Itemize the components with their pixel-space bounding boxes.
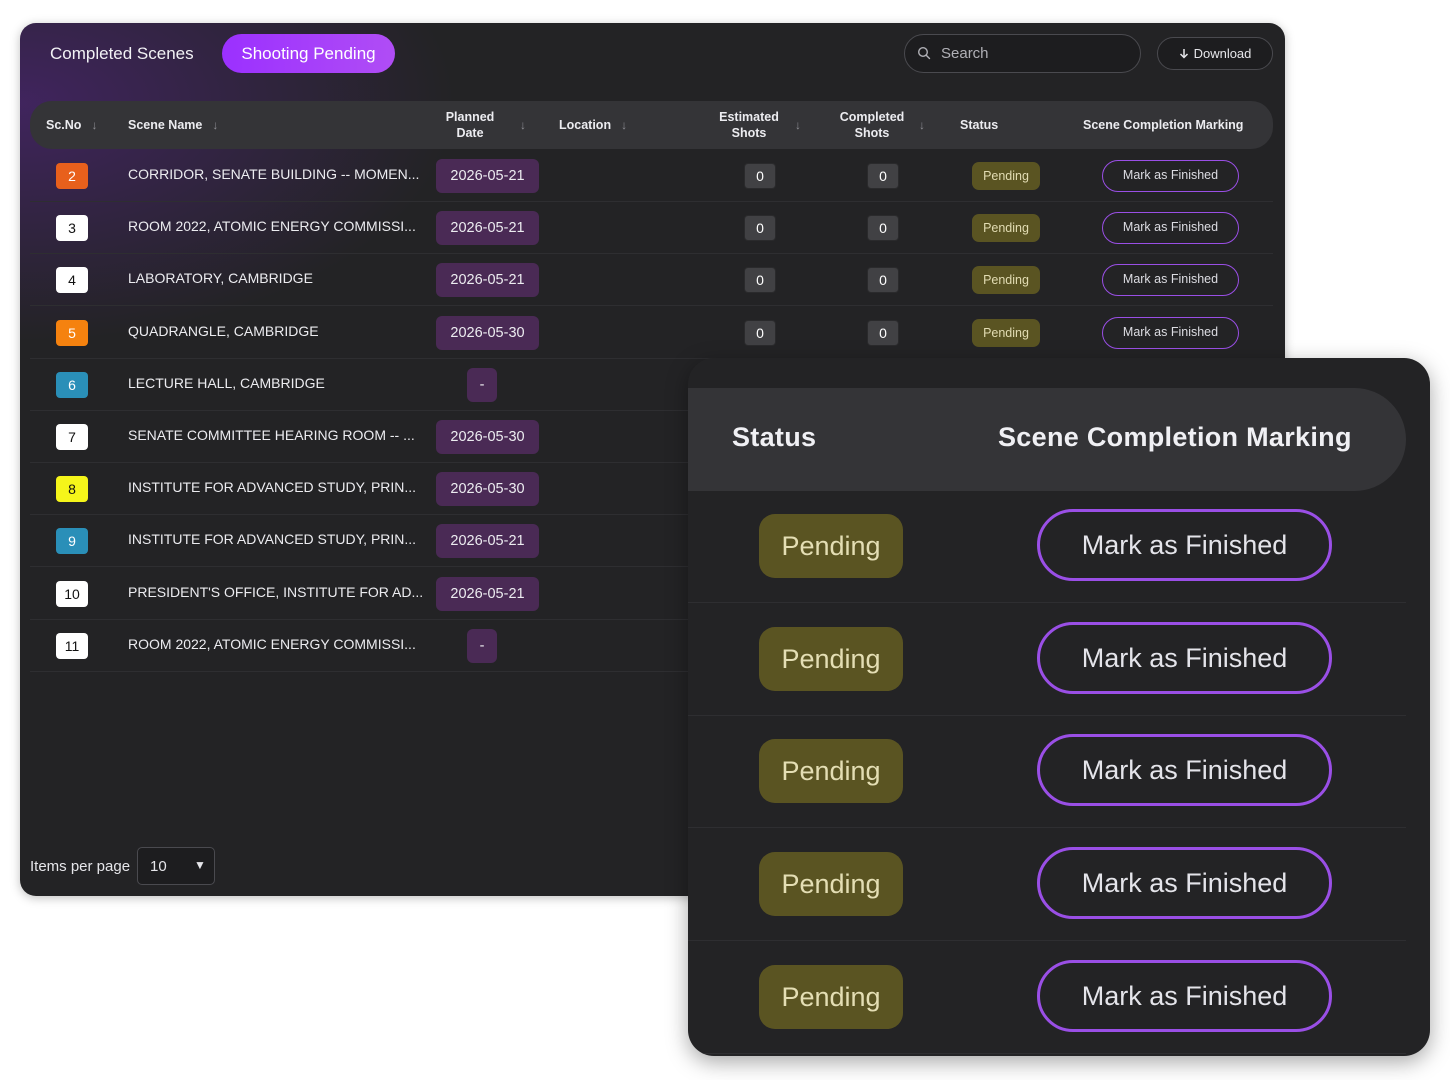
planned-date[interactable]: - xyxy=(467,628,497,663)
search-box[interactable] xyxy=(904,34,1141,73)
zoomed-status-badge: Pending xyxy=(759,626,903,691)
mark-as-finished-button[interactable]: Mark as Finished xyxy=(1102,316,1239,349)
table-row[interactable]: 2 CORRIDOR, SENATE BUILDING -- MOMEN... 20… xyxy=(30,150,1273,202)
planned-date[interactable]: 2026-05-30 xyxy=(436,315,539,350)
scene-name: LABORATORY, CAMBRIDGE xyxy=(128,270,313,287)
scene-number-badge: 4 xyxy=(56,267,88,294)
sort-arrow-icon[interactable]: ↓ xyxy=(520,118,526,132)
zoomed-table-row: Pending Mark as Finished xyxy=(688,603,1406,716)
column-header-planned-date[interactable]: Planned Date ↓ xyxy=(442,101,526,149)
table-row[interactable]: 4 LABORATORY, CAMBRIDGE 2026-05-21 0 0 Pendin… xyxy=(30,254,1273,307)
scene-name: PRESIDENT'S OFFICE, INSTITUTE FOR AD... xyxy=(128,583,424,600)
caret-down-icon: ▼ xyxy=(194,858,206,872)
sort-arrow-icon[interactable]: ↓ xyxy=(212,118,218,132)
status-badge: Pending xyxy=(972,266,1040,295)
column-header-scene-name[interactable]: Scene Name ↓ xyxy=(128,101,218,149)
zoomed-mark-as-finished-button[interactable]: Mark as Finished xyxy=(1037,509,1332,581)
table-row[interactable]: 5 QUADRANGLE, CAMBRIDGE 2026-05-30 0 0 Pendin… xyxy=(30,307,1273,359)
sort-arrow-icon[interactable]: ↓ xyxy=(919,118,925,132)
zoomed-status-badge: Pending xyxy=(759,852,903,917)
zoomed-table-header: Status Scene Completion Marking xyxy=(688,388,1406,491)
scene-number-badge: 8 xyxy=(56,476,88,503)
scene-name: ROOM 2022, ATOMIC ENERGY COMMISSI... xyxy=(128,635,416,652)
completed-shots[interactable]: 0 xyxy=(867,215,899,242)
scene-name: INSTITUTE FOR ADVANCED STUDY, PRIN... xyxy=(128,531,417,548)
zoomed-status-badge: Pending xyxy=(759,964,903,1029)
column-header-completion: Scene Completion Marking xyxy=(1083,118,1244,132)
planned-date[interactable]: 2026-05-21 xyxy=(436,576,539,611)
status-badge: Pending xyxy=(972,318,1040,347)
items-per-page-select[interactable]: 10 ▼ xyxy=(137,847,215,885)
zoomed-mark-as-finished-button[interactable]: Mark as Finished xyxy=(1037,959,1332,1032)
scene-name: QUADRANGLE, CAMBRIDGE xyxy=(128,322,319,339)
zoomed-table-row: Pending Mark as Finished xyxy=(688,828,1406,942)
scene-name: CORRIDOR, SENATE BUILDING -- MOMEN... xyxy=(128,166,420,182)
planned-date[interactable]: 2026-05-21 xyxy=(436,159,539,193)
table-row[interactable]: 3 ROOM 2022, ATOMIC ENERGY COMMISSI... 202… xyxy=(30,202,1273,255)
items-per-page-label: Items per page xyxy=(30,858,131,875)
scene-number-badge: 6 xyxy=(56,371,88,398)
completed-shots[interactable]: 0 xyxy=(867,319,899,346)
search-icon xyxy=(917,46,931,60)
items-per-page-value: 10 xyxy=(150,858,167,875)
column-header-status: Status xyxy=(960,118,999,132)
estimated-shots[interactable]: 0 xyxy=(744,319,776,346)
planned-date[interactable]: - xyxy=(467,367,497,402)
scene-name: INSTITUTE FOR ADVANCED STUDY, PRIN... xyxy=(128,479,417,496)
zoomed-header-completion: Scene Completion Marking xyxy=(998,422,1352,452)
scene-name: LECTURE HALL, CAMBRIDGE xyxy=(128,374,325,391)
mark-as-finished-button[interactable]: Mark as Finished xyxy=(1102,160,1239,192)
download-button[interactable]: Download xyxy=(1157,37,1273,70)
table-header: Sc.No ↓ Scene Name ↓ Planned Date ↓ Loca… xyxy=(30,101,1273,149)
column-header-estimated-shots[interactable]: Estimated Shots ↓ xyxy=(713,101,801,149)
scene-number-badge: 5 xyxy=(56,319,88,346)
planned-date[interactable]: 2026-05-30 xyxy=(436,472,539,507)
tab-completed-scenes[interactable]: Completed Scenes xyxy=(32,34,212,73)
planned-date[interactable]: 2026-05-30 xyxy=(436,420,539,454)
scene-number-badge: 2 xyxy=(56,163,88,189)
zoomed-table-row: Pending Mark as Finished xyxy=(688,941,1406,1054)
mark-as-finished-button[interactable]: Mark as Finished xyxy=(1102,264,1239,297)
zoomed-mark-as-finished-button[interactable]: Mark as Finished xyxy=(1037,621,1332,694)
search-input[interactable] xyxy=(941,35,1131,72)
zoomed-status-badge: Pending xyxy=(759,739,903,804)
completed-shots[interactable]: 0 xyxy=(867,163,899,189)
download-arrow-icon xyxy=(1179,49,1188,59)
planned-date[interactable]: 2026-05-21 xyxy=(436,211,539,246)
planned-date[interactable]: 2026-05-21 xyxy=(436,263,539,298)
scene-number-badge: 3 xyxy=(56,215,88,242)
status-badge: Pending xyxy=(972,214,1040,243)
column-header-location[interactable]: Location ↓ xyxy=(559,101,627,149)
scene-number-badge: 7 xyxy=(56,424,88,450)
scene-number-badge: 10 xyxy=(56,580,88,607)
column-header-completed-shots[interactable]: Completed Shots ↓ xyxy=(835,101,925,149)
estimated-shots[interactable]: 0 xyxy=(744,215,776,242)
scene-number-badge: 11 xyxy=(56,632,88,659)
zoomed-mark-as-finished-button[interactable]: Mark as Finished xyxy=(1037,734,1332,807)
zoomed-detail-panel: Status Scene Completion Marking Pending M… xyxy=(688,358,1430,1056)
estimated-shots[interactable]: 0 xyxy=(744,267,776,294)
status-badge: Pending xyxy=(972,162,1040,190)
column-header-scno[interactable]: Sc.No ↓ xyxy=(46,101,97,149)
completed-shots[interactable]: 0 xyxy=(867,267,899,294)
scene-name: SENATE COMMITTEE HEARING ROOM -- ... xyxy=(128,427,415,443)
zoomed-table-row: Pending Mark as Finished xyxy=(688,715,1406,829)
sort-arrow-icon[interactable]: ↓ xyxy=(91,118,97,132)
estimated-shots[interactable]: 0 xyxy=(744,163,776,189)
zoomed-mark-as-finished-button[interactable]: Mark as Finished xyxy=(1037,847,1332,920)
zoomed-status-badge: Pending xyxy=(759,514,903,578)
zoomed-header-status: Status xyxy=(732,422,817,452)
mark-as-finished-button[interactable]: Mark as Finished xyxy=(1102,212,1239,245)
scene-name: ROOM 2022, ATOMIC ENERGY COMMISSI... xyxy=(128,218,416,235)
download-label: Download xyxy=(1193,46,1252,61)
scene-number-badge: 9 xyxy=(56,528,88,555)
tab-shooting-pending[interactable]: Shooting Pending xyxy=(222,34,395,73)
sort-arrow-icon[interactable]: ↓ xyxy=(621,118,627,132)
sort-arrow-icon[interactable]: ↓ xyxy=(795,118,801,132)
planned-date[interactable]: 2026-05-21 xyxy=(436,524,539,559)
zoomed-table-row: Pending Mark as Finished xyxy=(688,490,1406,603)
